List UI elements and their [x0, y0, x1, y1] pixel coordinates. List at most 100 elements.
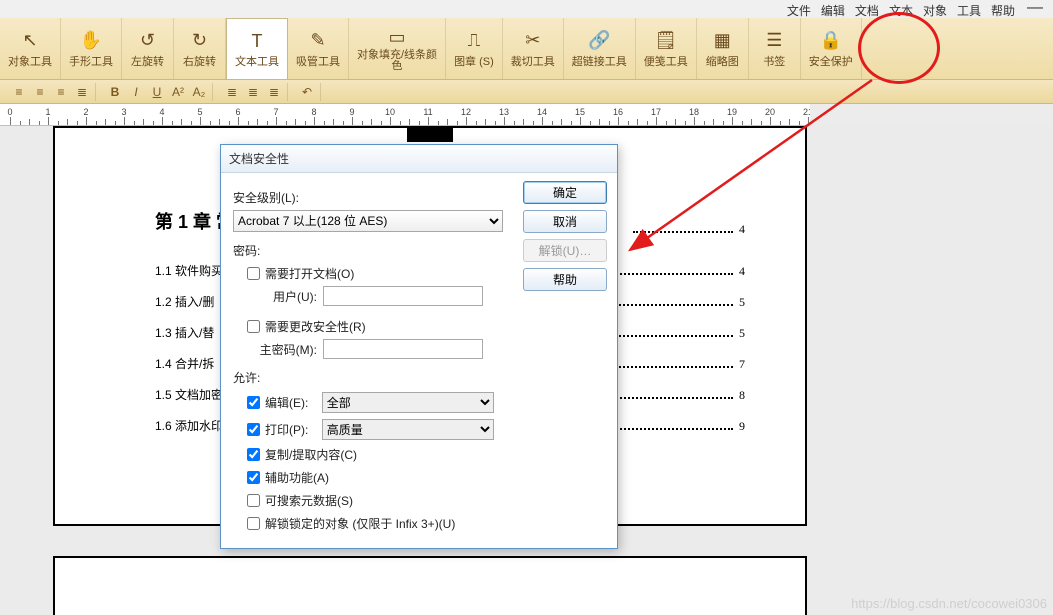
hand-tool[interactable]: ✋手形工具: [61, 18, 122, 79]
italic-button[interactable]: I: [127, 83, 145, 101]
copy-checkbox[interactable]: [247, 448, 260, 461]
text-tool[interactable]: T文本工具: [226, 18, 288, 79]
undo-button[interactable]: ↶: [298, 83, 316, 101]
bold-button[interactable]: B: [106, 83, 124, 101]
toc-page: 9: [739, 419, 745, 434]
crop-icon: ✂: [525, 29, 540, 53]
print-select[interactable]: 高质量: [322, 419, 494, 440]
need-change-label: 需要更改安全性(R): [265, 318, 366, 335]
dialog-titlebar[interactable]: 文档安全性: [221, 145, 617, 173]
menu-help[interactable]: 帮助: [991, 2, 1015, 18]
eyedropper-tool[interactable]: ✎吸管工具: [288, 18, 349, 79]
master-label: 主密码(M):: [247, 341, 317, 358]
need-change-checkbox[interactable]: [247, 320, 260, 333]
toc-page: 5: [739, 326, 745, 341]
superscript-button[interactable]: A²: [169, 83, 187, 101]
searchable-label: 可搜索元数据(S): [265, 492, 353, 509]
toc-text: 1.4 合并/拆: [155, 355, 214, 372]
outdent-button[interactable]: ≣: [265, 83, 283, 101]
edit-label: 编辑(E):: [265, 394, 308, 411]
toc-text: 1.1 软件购买: [155, 262, 223, 279]
thumbnails-tool[interactable]: ▦缩略图: [697, 18, 749, 79]
toc-page: 8: [739, 388, 745, 403]
fill-icon: ▭: [389, 26, 406, 50]
need-open-label: 需要打开文档(O): [265, 265, 354, 282]
searchable-checkbox[interactable]: [247, 494, 260, 507]
allow-head: 允许:: [233, 369, 605, 386]
indent-button[interactable]: ≣: [244, 83, 262, 101]
user-label: 用户(U):: [247, 288, 317, 305]
menu-bar: 文件 编辑 文档 文本 对象 工具 帮助 —: [779, 0, 1053, 20]
copy-label: 复制/提取内容(C): [265, 446, 357, 463]
text-icon: T: [252, 29, 263, 53]
align-left-button[interactable]: ≡: [10, 83, 28, 101]
thumbnails-icon: ▦: [714, 29, 731, 53]
toc-page: 7: [739, 357, 745, 372]
menu-document[interactable]: 文档: [855, 2, 879, 18]
toc-page: 5: [739, 295, 745, 310]
stamp-tool[interactable]: ⎍图章 (S): [446, 18, 503, 79]
ribbon-toolbar: ↖对象工具 ✋手形工具 ↺左旋转 ↻右旋转 T文本工具 ✎吸管工具 ▭对象填充/…: [0, 18, 1053, 80]
menu-tools[interactable]: 工具: [957, 2, 981, 18]
eyedropper-icon: ✎: [310, 29, 325, 53]
security-dialog: 文档安全性 安全级别(L): Acrobat 7 以上(128 位 AES) 密…: [220, 144, 618, 549]
hand-icon: ✋: [80, 29, 102, 53]
access-checkbox[interactable]: [247, 471, 260, 484]
edit-checkbox[interactable]: [247, 396, 260, 409]
toc-text: 1.2 插入/删: [155, 293, 214, 310]
toc-text: 1.3 插入/替: [155, 324, 214, 341]
format-bar: ≡ ≡ ≡ ≣ B I U A² A₂ ≣ ≣ ≣ ↶: [0, 80, 1053, 104]
unlock-button[interactable]: 解锁(U)…: [523, 239, 607, 262]
lock-icon: 🔒: [820, 29, 842, 53]
menu-edit[interactable]: 编辑: [821, 2, 845, 18]
toc-top-page: 4: [739, 222, 745, 237]
need-open-checkbox[interactable]: [247, 267, 260, 280]
rotate-right-tool[interactable]: ↻右旋转: [174, 18, 226, 79]
master-password-input[interactable]: [323, 339, 483, 359]
toc-page: 4: [739, 264, 745, 279]
crop-tool[interactable]: ✂裁切工具: [503, 18, 564, 79]
object-tool[interactable]: ↖对象工具: [0, 18, 61, 79]
security-tool[interactable]: 🔒安全保护: [801, 18, 862, 79]
align-right-button[interactable]: ≡: [52, 83, 70, 101]
ruler: 0123456789101112131415161718192021: [0, 104, 810, 126]
link-icon: 🔗: [588, 29, 610, 53]
user-password-input[interactable]: [323, 286, 483, 306]
hyperlink-tool[interactable]: 🔗超链接工具: [564, 18, 636, 79]
cursor-icon: ↖: [22, 29, 37, 53]
rotate-right-icon: ↻: [192, 29, 207, 53]
unlock-objects-label: 解锁锁定的对象 (仅限于 Infix 3+)(U): [265, 515, 455, 532]
print-label: 打印(P):: [265, 421, 308, 438]
menu-text[interactable]: 文本: [889, 2, 913, 18]
rotate-left-tool[interactable]: ↺左旋转: [122, 18, 174, 79]
align-center-button[interactable]: ≡: [31, 83, 49, 101]
page-decor: [407, 126, 453, 142]
ok-button[interactable]: 确定: [523, 181, 607, 204]
toc-text: 1.6 添加水印: [155, 417, 223, 434]
page-2: [53, 556, 807, 615]
edit-select[interactable]: 全部: [322, 392, 494, 413]
note-icon: 🗒: [654, 29, 677, 53]
unlock-objects-checkbox[interactable]: [247, 517, 260, 530]
bookmarks-tool[interactable]: ☰书签: [749, 18, 801, 79]
watermark: https://blog.csdn.net/cocowei0306: [851, 596, 1047, 611]
stamp-icon: ⎍: [468, 29, 481, 53]
print-checkbox[interactable]: [247, 423, 260, 436]
help-button[interactable]: 帮助: [523, 268, 607, 291]
cancel-button[interactable]: 取消: [523, 210, 607, 233]
list-button[interactable]: ≣: [223, 83, 241, 101]
fill-stroke-tool[interactable]: ▭对象填充/线条颜色: [349, 18, 446, 79]
access-label: 辅助功能(A): [265, 469, 329, 486]
align-justify-button[interactable]: ≣: [73, 83, 91, 101]
dialog-title: 文档安全性: [229, 150, 289, 167]
minimize-button[interactable]: —: [1025, 2, 1045, 18]
toc-text: 1.5 文档加密: [155, 386, 223, 403]
menu-object[interactable]: 对象: [923, 2, 947, 18]
rotate-left-icon: ↺: [140, 29, 155, 53]
note-tool[interactable]: 🗒便笺工具: [636, 18, 697, 79]
underline-button[interactable]: U: [148, 83, 166, 101]
menu-file[interactable]: 文件: [787, 2, 811, 18]
security-level-select[interactable]: Acrobat 7 以上(128 位 AES): [233, 210, 503, 232]
subscript-button[interactable]: A₂: [190, 83, 208, 101]
bookmark-icon: ☰: [766, 29, 782, 53]
